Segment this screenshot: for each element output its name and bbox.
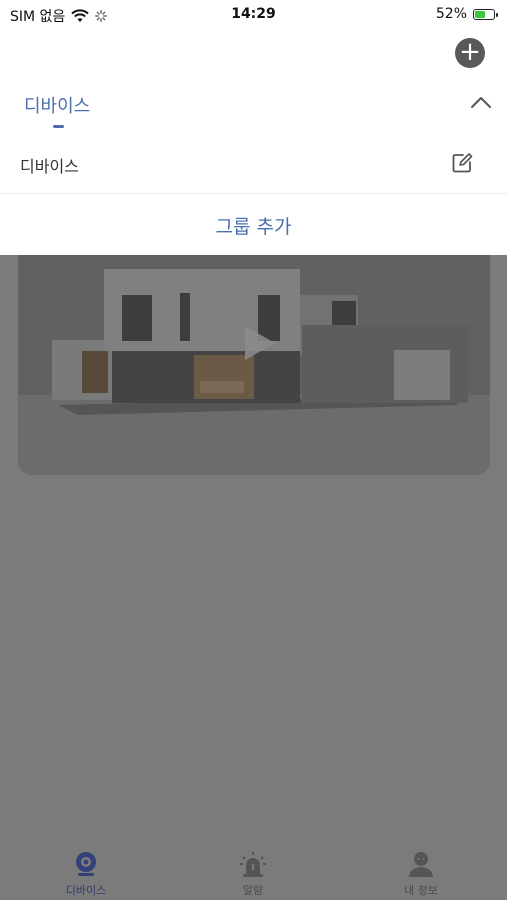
plus-circle-icon: +: [459, 37, 481, 67]
status-bar: SIM 없음 14:29 52%: [0, 0, 507, 30]
battery-percent: 52%: [435, 6, 467, 22]
status-time: 14:29: [231, 6, 276, 22]
status-right: 52%: [435, 6, 498, 22]
tab-bar-profile-label: 내 정보: [404, 884, 438, 897]
person-icon: [409, 852, 433, 877]
tab-bar-profile[interactable]: 내 정보: [361, 850, 481, 898]
tab-devices[interactable]: 디바이스: [24, 92, 90, 118]
play-icon[interactable]: [241, 323, 277, 363]
battery-level: [475, 10, 486, 18]
alarm-icon: [240, 852, 266, 877]
house-image: [18, 255, 490, 475]
edit-icon[interactable]: [451, 152, 473, 174]
group-item-label[interactable]: 디바이스: [20, 153, 79, 177]
tab-bar-devices-label: 디바이스: [65, 884, 107, 897]
bottom-tab-bar: 디바이스 알람 내 정보: [0, 840, 507, 900]
battery-icon: [473, 8, 498, 20]
group-panel: + 디바이스 디바이스 그룹 추가: [0, 30, 507, 255]
divider: [0, 193, 507, 194]
device-card[interactable]: [18, 255, 490, 475]
tab-bar-devices[interactable]: 디바이스: [26, 850, 146, 898]
add-group-button[interactable]: 그룹 추가: [0, 212, 507, 239]
tab-bar-alarm[interactable]: 알람: [193, 850, 313, 898]
tab-bar-alarm-label: 알람: [242, 884, 264, 897]
add-device-button[interactable]: +: [455, 38, 485, 68]
active-tab-indicator: [53, 125, 64, 128]
chevron-up-icon[interactable]: [469, 90, 493, 114]
camera-icon: [76, 852, 96, 876]
